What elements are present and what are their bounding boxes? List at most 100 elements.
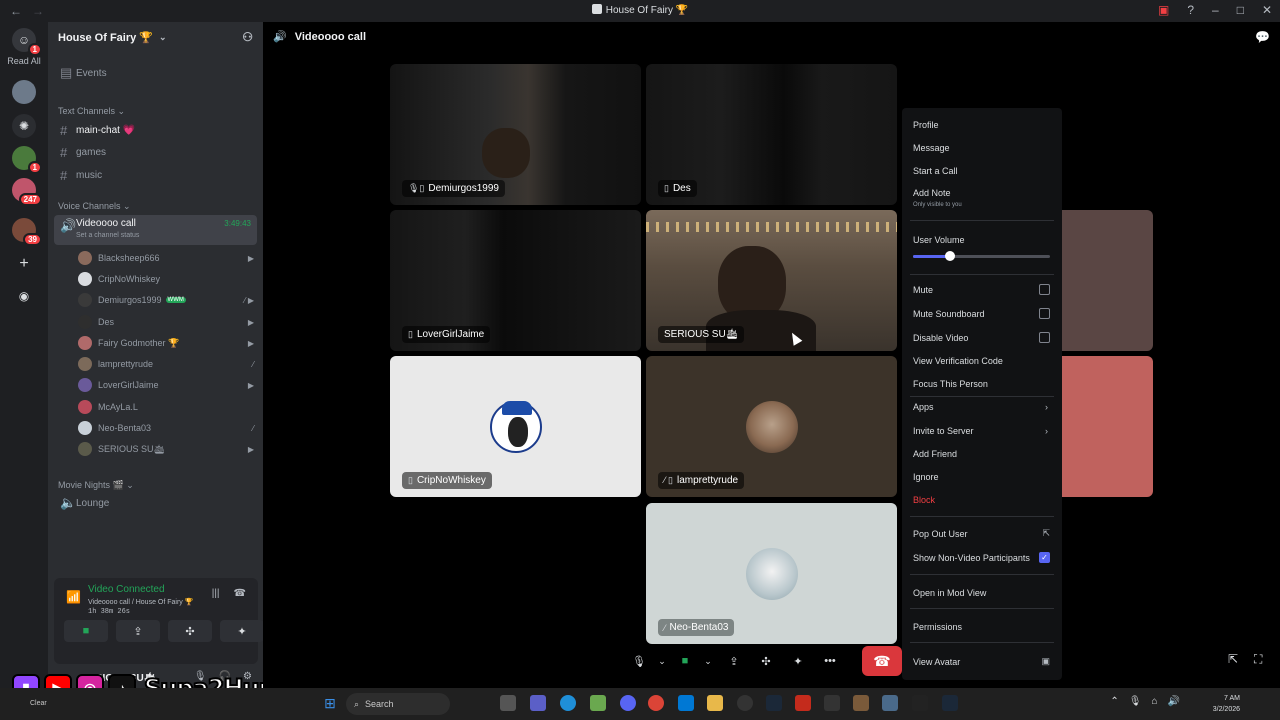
menu-invite[interactable]: Invite to Server xyxy=(913,426,1053,436)
mic-options[interactable]: ⌄ xyxy=(652,648,672,674)
menu-ignore[interactable]: Ignore xyxy=(913,472,1053,482)
server-3[interactable]: 1 xyxy=(12,146,42,174)
voice-user[interactable]: Neo-Benta03 ⁄ xyxy=(78,418,258,438)
voice-channel-path[interactable]: Videoooo call / House Of Fairy 🏆 xyxy=(88,598,193,606)
activities-button[interactable]: ✣ xyxy=(168,620,212,642)
disconnect-button[interactable]: ☎ xyxy=(862,646,902,676)
voice-user[interactable]: McAyLa.L xyxy=(78,397,258,417)
home-button[interactable]: ☺ 1 xyxy=(12,28,42,56)
mute-checkbox[interactable] xyxy=(1039,284,1050,295)
file-explorer-icon[interactable] xyxy=(707,695,723,711)
server-house-of-fairy[interactable] xyxy=(12,80,36,104)
disconnect-icon[interactable]: ☎ xyxy=(234,588,246,599)
chevron-up-icon[interactable]: ⌃ xyxy=(1110,696,1118,707)
menu-disable-video[interactable]: Disable Video xyxy=(913,333,1053,343)
read-all-label[interactable]: Read All xyxy=(0,56,48,66)
soundboard-button[interactable]: ✦ xyxy=(220,620,264,642)
teams-icon[interactable] xyxy=(530,695,546,711)
voice-user[interactable]: SERIOUS SU🛳 ▶ xyxy=(78,439,258,459)
video-tile[interactable]: ▯ LoverGirlJaime xyxy=(390,210,641,351)
avatar-tile[interactable]: ⁄ Neo-Benta03 xyxy=(646,503,897,644)
steam-icon[interactable] xyxy=(766,695,782,711)
menu-pop-out[interactable]: Pop Out User xyxy=(913,529,1053,539)
chrome-icon[interactable] xyxy=(648,695,664,711)
menu-focus[interactable]: Focus This Person xyxy=(913,379,1053,389)
obs-icon[interactable] xyxy=(737,695,753,711)
camera-button[interactable]: ■ xyxy=(64,620,108,642)
voice-channels-category[interactable]: Voice Channels ⌄ xyxy=(58,201,131,212)
video-tile-speaking[interactable]: SERIOUS SU🛳 xyxy=(646,210,897,351)
terminal-icon[interactable] xyxy=(912,695,928,711)
app-icon-2[interactable] xyxy=(853,695,869,711)
invite-icon[interactable]: ⚇ xyxy=(242,30,253,44)
windows-start-icon[interactable]: ⊞ xyxy=(322,695,338,711)
server-folder[interactable]: 39 xyxy=(12,218,42,246)
maximize-icon[interactable]: □ xyxy=(1237,3,1244,17)
channel-games[interactable]: # games xyxy=(54,142,257,162)
menu-permissions[interactable]: Permissions xyxy=(913,622,1053,632)
server-4[interactable]: 247 xyxy=(12,178,42,206)
fullscreen-icon[interactable]: ⛶ xyxy=(1254,652,1262,667)
signal-icon[interactable]: 📶 xyxy=(66,590,81,604)
voice-user[interactable]: LoverGirlJaime ▶ xyxy=(78,375,258,395)
camera-options[interactable]: ⌄ xyxy=(698,648,718,674)
voice-channel-lounge[interactable]: 🔈 Lounge xyxy=(54,493,257,513)
screen-share-button[interactable]: ⇪ xyxy=(116,620,160,642)
menu-block[interactable]: Block xyxy=(913,495,1053,505)
popout-icon[interactable]: ⇱ xyxy=(1228,652,1238,666)
disable-video-checkbox[interactable] xyxy=(1039,332,1050,343)
clock[interactable]: 7 AM 3/2/2026 xyxy=(1213,693,1240,715)
channel-music[interactable]: # music xyxy=(54,165,257,185)
menu-profile[interactable]: Profile xyxy=(913,120,1053,130)
menu-start-call[interactable]: Start a Call xyxy=(913,166,1053,176)
channel-main-chat[interactable]: # main-chat 💗 xyxy=(54,120,257,140)
close-icon[interactable]: ✕ xyxy=(1262,3,1272,17)
menu-view-avatar[interactable]: View Avatar xyxy=(913,657,1053,667)
chat-bubble-icon[interactable]: 💬 xyxy=(1255,30,1270,44)
app-a-icon[interactable] xyxy=(795,695,811,711)
voice-status[interactable]: Video Connected xyxy=(88,584,165,595)
voice-channel-videoooo[interactable]: 🔊 Videoooo call 3:49:43 Set a channel st… xyxy=(54,215,257,245)
server-header[interactable]: House Of Fairy 🏆 ⌄ ⚇ xyxy=(48,22,263,52)
menu-apps[interactable]: Apps xyxy=(913,402,1053,412)
screen-share-button[interactable]: ⇪ xyxy=(718,648,750,674)
activities-button[interactable]: ✣ xyxy=(750,648,782,674)
soundboard-button[interactable]: ✦ xyxy=(782,648,814,674)
mic-toggle[interactable]: 🎙 xyxy=(626,648,652,674)
menu-view-verification[interactable]: View Verification Code xyxy=(913,356,1053,366)
show-non-video-checkbox[interactable]: ✓ xyxy=(1039,552,1050,563)
edge-icon[interactable] xyxy=(560,695,576,711)
app-icon[interactable] xyxy=(590,695,606,711)
menu-add-friend[interactable]: Add Friend xyxy=(913,449,1053,459)
more-button[interactable]: ••• xyxy=(814,648,846,674)
menu-message[interactable]: Message xyxy=(913,143,1053,153)
noise-suppression-icon[interactable]: ||| xyxy=(212,588,220,599)
menu-mute[interactable]: Mute xyxy=(913,285,1053,295)
store-icon[interactable] xyxy=(678,695,694,711)
volume-slider-handle[interactable] xyxy=(944,251,955,261)
steam-icon-2[interactable] xyxy=(942,695,958,711)
avatar-tile[interactable]: ▯ CripNoWhiskey xyxy=(390,356,641,497)
add-server-icon[interactable]: + xyxy=(12,252,36,276)
movie-nights-category[interactable]: Movie Nights 🎬 ⌄ xyxy=(58,480,134,491)
menu-add-note[interactable]: Add Note xyxy=(913,188,1053,198)
help-icon[interactable]: ? xyxy=(1187,3,1194,17)
discover-icon[interactable]: ◉ xyxy=(12,284,36,308)
menu-mod-view[interactable]: Open in Mod View xyxy=(913,588,1053,598)
menu-show-non-video[interactable]: Show Non-Video Participants xyxy=(913,553,1053,563)
voice-user[interactable]: Demiurgos1999 WWM ⁄ ▶ xyxy=(78,290,258,310)
app-n-icon[interactable] xyxy=(824,695,840,711)
text-channels-category[interactable]: Text Channels ⌄ xyxy=(58,106,125,117)
weather-widget[interactable]: Clear xyxy=(30,700,47,707)
voice-user[interactable]: Des ▶ xyxy=(78,312,258,332)
mute-soundboard-checkbox[interactable] xyxy=(1039,308,1050,319)
voice-user[interactable]: lamprettyrude ⁄ xyxy=(78,354,258,374)
events-row[interactable]: ▤ Events xyxy=(54,63,257,83)
minimize-icon[interactable]: – xyxy=(1212,3,1219,17)
camera-toggle[interactable]: ■ xyxy=(672,648,698,674)
microphone-icon[interactable]: 🎙 xyxy=(1129,696,1142,707)
network-icon[interactable]: ⌂ xyxy=(1152,696,1158,707)
channel-status[interactable]: Set a channel status xyxy=(76,232,139,239)
voice-user[interactable]: CripNoWhiskey xyxy=(78,269,258,289)
menu-mute-soundboard[interactable]: Mute Soundboard xyxy=(913,309,1053,319)
